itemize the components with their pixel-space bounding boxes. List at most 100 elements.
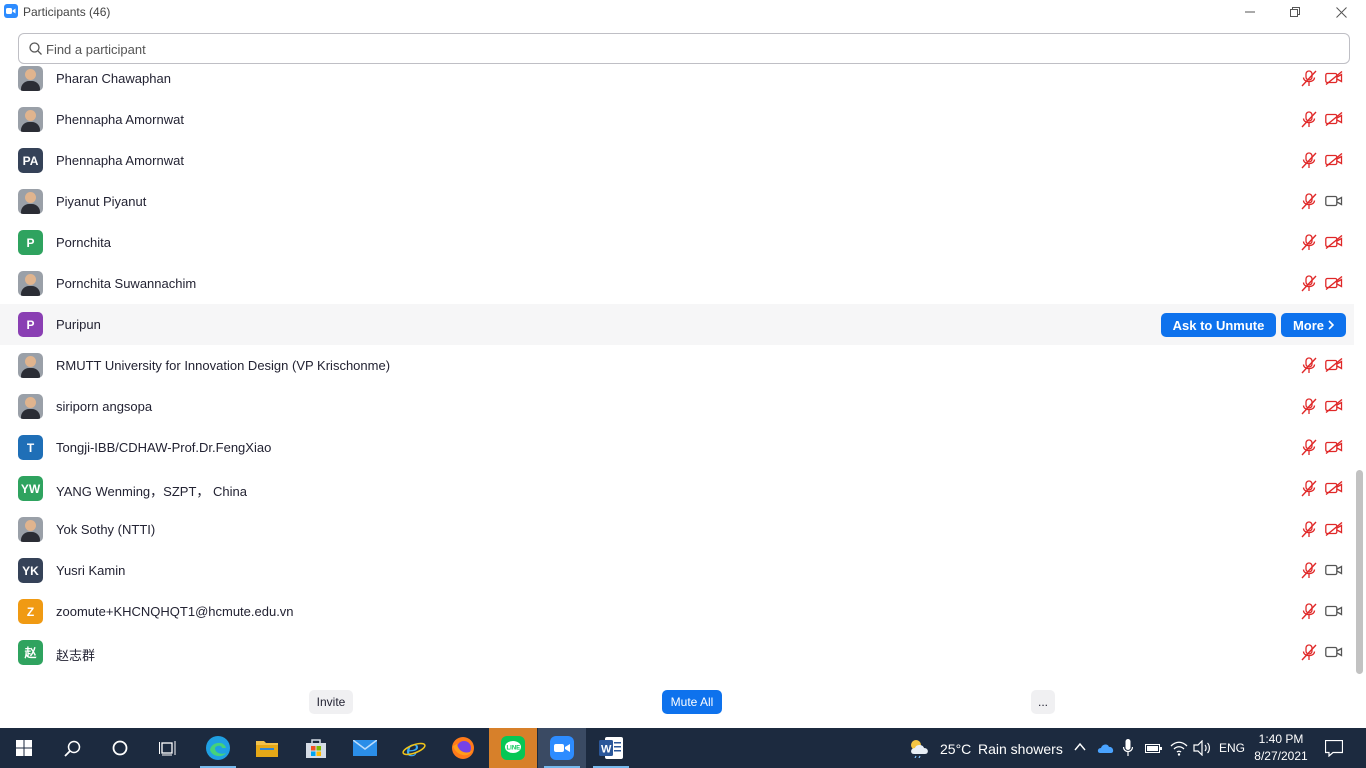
participant-row[interactable]: siriporn angsopa xyxy=(0,386,1354,427)
mic-muted-icon xyxy=(1301,193,1317,215)
avatar-initials: 赵 xyxy=(18,640,43,665)
mail-icon xyxy=(353,740,377,756)
chevron-right-icon xyxy=(1328,320,1335,330)
participant-row[interactable]: P Pornchita xyxy=(0,222,1354,263)
svg-text:e: e xyxy=(406,737,419,760)
zoom-app-icon xyxy=(4,4,18,18)
mute-all-button[interactable]: Mute All xyxy=(662,690,722,714)
minimize-button[interactable] xyxy=(1227,0,1273,24)
mail-app[interactable] xyxy=(341,728,389,768)
mic-muted-icon xyxy=(1301,275,1317,297)
participant-row[interactable]: Pornchita Suwannachim xyxy=(0,263,1354,304)
participant-name: Pornchita xyxy=(56,235,111,250)
search-input[interactable] xyxy=(46,40,1336,58)
word-app[interactable]: W xyxy=(587,728,635,768)
folder-icon xyxy=(256,741,278,757)
more-button[interactable]: More xyxy=(1281,313,1346,337)
participant-name: 赵志群 xyxy=(56,648,96,663)
wifi-icon[interactable] xyxy=(1170,740,1188,756)
participant-row[interactable]: T Tongji-IBB/CDHAW-Prof.Dr.FengXiao xyxy=(0,427,1354,468)
avatar-photo xyxy=(18,394,43,419)
scrollbar-thumb[interactable] xyxy=(1356,470,1363,674)
participant-name: Yok Sothy (NTTI) xyxy=(56,522,156,537)
cortana-button[interactable] xyxy=(96,728,144,768)
avatar-photo xyxy=(18,66,43,91)
microphone-icon[interactable] xyxy=(1123,739,1133,757)
onedrive-icon[interactable] xyxy=(1097,742,1115,754)
search-icon xyxy=(29,42,42,55)
participant-list[interactable]: Pharan Chawaphan Phennapha Amornwat PA Phen… xyxy=(0,58,1354,674)
volume-icon[interactable] xyxy=(1193,740,1211,756)
avatar-photo xyxy=(18,271,43,296)
mic-muted-icon xyxy=(1301,234,1317,256)
participant-row[interactable]: PA Phennapha Amornwat xyxy=(0,140,1354,181)
task-view-button[interactable] xyxy=(144,728,192,768)
mic-muted-icon xyxy=(1301,480,1317,502)
participant-name: zoomute+KHCNQHQT1@hcmute.edu.vn xyxy=(56,604,294,619)
invite-button[interactable]: Invite xyxy=(309,690,353,714)
internet-explorer-icon: e xyxy=(402,737,426,760)
line-app[interactable]: LINE xyxy=(489,728,537,768)
firefox-app[interactable] xyxy=(439,728,487,768)
taskbar: e LINE W 25°C Rain showers ENG 1:40 PM 8… xyxy=(0,728,1366,768)
video-off-icon xyxy=(1325,480,1343,500)
file-explorer-app[interactable] xyxy=(243,728,291,768)
taskbar-search-button[interactable] xyxy=(48,728,96,768)
participant-row[interactable]: RMUTT University for Innovation Design (… xyxy=(0,345,1354,386)
edge-app[interactable] xyxy=(194,728,242,768)
svg-text:LINE: LINE xyxy=(507,746,521,752)
ask-to-unmute-button[interactable]: Ask to Unmute xyxy=(1161,313,1276,337)
internet-explorer-app[interactable]: e xyxy=(390,728,438,768)
zoom-icon xyxy=(550,736,574,760)
weather-temperature[interactable]: 25°C xyxy=(940,741,971,757)
mic-muted-icon xyxy=(1301,562,1317,584)
video-icon xyxy=(1325,563,1343,582)
task-view-icon xyxy=(159,741,176,756)
video-icon xyxy=(1325,194,1343,213)
battery-icon[interactable] xyxy=(1145,742,1163,754)
notifications-icon[interactable] xyxy=(1325,740,1343,757)
firefox-icon xyxy=(452,737,474,759)
participant-row[interactable]: Phennapha Amornwat xyxy=(0,99,1354,140)
more-options-button[interactable]: ... xyxy=(1031,690,1055,714)
close-button[interactable] xyxy=(1318,0,1364,24)
start-button[interactable] xyxy=(0,728,48,768)
video-icon xyxy=(1325,604,1343,623)
weather-icon[interactable] xyxy=(908,738,932,758)
avatar-photo xyxy=(18,517,43,542)
participant-row[interactable]: Pharan Chawaphan xyxy=(0,58,1354,99)
store-icon xyxy=(306,739,326,758)
mic-muted-icon xyxy=(1301,111,1317,133)
chevron-up-icon[interactable] xyxy=(1074,742,1086,752)
store-app[interactable] xyxy=(292,728,340,768)
participant-row[interactable]: YW YANG Wenming，SZPT， China xyxy=(0,468,1354,509)
svg-text:W: W xyxy=(601,744,612,756)
participant-row[interactable]: YK Yusri Kamin xyxy=(0,550,1354,591)
video-off-icon xyxy=(1325,275,1343,295)
video-off-icon xyxy=(1325,152,1343,172)
participant-row[interactable]: Yok Sothy (NTTI) xyxy=(0,509,1354,550)
participant-row[interactable]: Piyanut Piyanut xyxy=(0,181,1354,222)
clock-time[interactable]: 1:40 PM xyxy=(1255,732,1307,746)
participant-name: YANG Wenming，SZPT， China xyxy=(56,484,247,499)
restore-button[interactable] xyxy=(1272,0,1318,24)
zoom-app[interactable] xyxy=(538,728,586,768)
video-off-icon xyxy=(1325,111,1343,131)
participant-name: RMUTT University for Innovation Design (… xyxy=(56,358,391,373)
participant-row[interactable]: 赵赵志群 xyxy=(0,632,1354,673)
title-bar: Participants (46) xyxy=(0,0,1366,26)
video-off-icon xyxy=(1325,234,1343,254)
line-icon: LINE xyxy=(501,736,525,760)
mic-muted-icon xyxy=(1301,521,1317,543)
input-language[interactable]: ENG xyxy=(1219,741,1245,755)
participant-row[interactable]: P Puripun Ask to Unmute More xyxy=(0,304,1354,345)
participant-row[interactable]: Zzoomute+KHCNQHQT1@hcmute.edu.vn xyxy=(0,591,1354,632)
mic-muted-icon xyxy=(1301,357,1317,379)
weather-condition[interactable]: Rain showers xyxy=(978,741,1063,757)
video-off-icon xyxy=(1325,521,1343,541)
avatar-initials: T xyxy=(18,435,43,460)
clock-date[interactable]: 8/27/2021 xyxy=(1252,749,1310,763)
participant-name: Phennapha Amornwat xyxy=(56,112,184,127)
video-icon xyxy=(1325,645,1343,664)
mic-muted-icon xyxy=(1301,439,1317,461)
